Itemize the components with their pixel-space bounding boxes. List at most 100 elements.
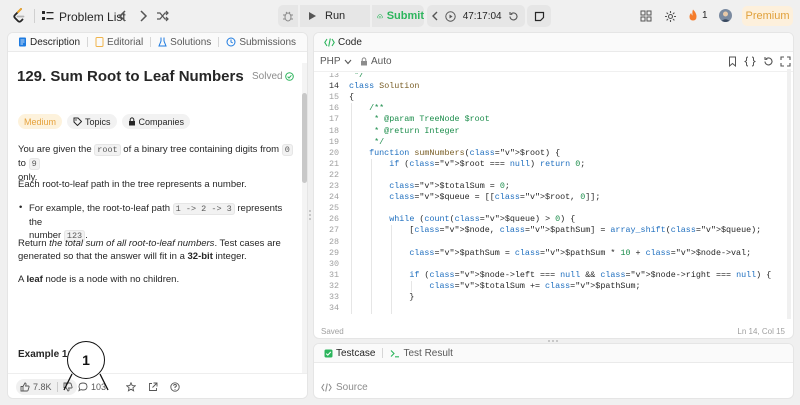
leetcode-logo-icon[interactable] bbox=[12, 8, 26, 24]
code-line[interactable]: class="v">$queue = [[class="v">$root, 0]… bbox=[349, 192, 600, 202]
tab-test-result[interactable]: Test Result bbox=[386, 348, 456, 359]
shuffle-icon[interactable] bbox=[155, 8, 171, 24]
source-toggle[interactable]: Source bbox=[321, 382, 368, 393]
panel-resize-handle[interactable] bbox=[548, 340, 562, 342]
scrollbar-thumb[interactable] bbox=[302, 93, 307, 183]
problem-title[interactable]: 129. Sum Root to Leaf Numbers bbox=[17, 68, 244, 85]
note-icon bbox=[534, 11, 544, 21]
reset-icon[interactable] bbox=[508, 11, 519, 22]
bookmark-icon[interactable] bbox=[726, 55, 738, 67]
line-number: 26 bbox=[328, 214, 339, 225]
code-tabs: Code bbox=[314, 33, 793, 52]
submit-label: Submit bbox=[386, 10, 424, 22]
run-button[interactable]: Run bbox=[300, 5, 370, 27]
editor-scrollbar[interactable] bbox=[786, 69, 792, 319]
inline-code: 9 bbox=[28, 158, 40, 170]
share-icon[interactable] bbox=[148, 382, 158, 392]
tab-label: Testcase bbox=[336, 347, 376, 359]
format-braces-icon[interactable] bbox=[744, 55, 756, 67]
topics-chip[interactable]: Topics bbox=[67, 114, 117, 129]
code-line[interactable]: if (class="v">$node->left === null && cl… bbox=[349, 270, 771, 280]
tab-label: Description bbox=[30, 36, 81, 48]
code-line[interactable]: } bbox=[349, 292, 414, 302]
play-icon bbox=[309, 12, 316, 20]
tab-editorial[interactable]: Editorial bbox=[91, 37, 147, 48]
code-line[interactable]: * @param TreeNode $root bbox=[349, 114, 490, 124]
auto-toggle[interactable]: Auto bbox=[360, 56, 392, 67]
difficulty-badge: Medium bbox=[18, 114, 63, 129]
line-number: 34 bbox=[328, 303, 339, 314]
line-number: 19 bbox=[328, 136, 339, 147]
tag-icon bbox=[73, 117, 83, 126]
document-icon bbox=[19, 37, 26, 47]
code-line[interactable]: while (count(class="v">$queue) > 0) { bbox=[349, 214, 575, 224]
code-line[interactable]: [class="v">$node, class="v">$pathSum] = … bbox=[349, 225, 761, 235]
line-number: 31 bbox=[328, 269, 339, 280]
line-number: 16 bbox=[328, 103, 339, 114]
help-icon[interactable] bbox=[170, 382, 180, 392]
code-line[interactable]: */ bbox=[349, 137, 384, 147]
lock-icon bbox=[128, 117, 135, 126]
code-line[interactable]: class="v">$totalSum += class="v">$pathSu… bbox=[349, 281, 640, 291]
notes-button[interactable] bbox=[527, 5, 551, 27]
code-editor[interactable]: 13 */ 14 class Solution 15 {16 /** 17 * @para… bbox=[314, 73, 793, 315]
code-line[interactable]: class="v">$totalSum = 0; bbox=[349, 181, 510, 191]
companies-label: Companies bbox=[138, 116, 185, 127]
star-favorite-icon[interactable] bbox=[126, 382, 136, 392]
user-avatar[interactable] bbox=[719, 9, 732, 22]
line-number: 25 bbox=[328, 203, 339, 214]
premium-button[interactable]: Premium bbox=[742, 6, 793, 26]
reset-code-icon[interactable] bbox=[762, 55, 774, 67]
chevron-left-icon[interactable] bbox=[431, 11, 439, 21]
text: integer. bbox=[212, 251, 247, 262]
lock-icon bbox=[361, 57, 367, 66]
solved-status: Solved bbox=[252, 71, 294, 82]
tag-chips: Medium Topics Companies bbox=[18, 114, 191, 129]
debug-button[interactable] bbox=[278, 5, 298, 27]
submit-button[interactable]: Submit bbox=[372, 5, 424, 27]
tab-solutions[interactable]: Solutions bbox=[154, 37, 215, 48]
code-line[interactable]: function sumNumbers(class="v">$root) { bbox=[349, 148, 560, 158]
tab-testcase[interactable]: Testcase bbox=[320, 348, 379, 359]
code-line[interactable]: class Solution bbox=[349, 81, 419, 91]
text: node is a node with no children. bbox=[42, 274, 180, 285]
code-line[interactable]: */ bbox=[349, 73, 364, 80]
code-line[interactable]: /** bbox=[349, 103, 384, 113]
tab-description[interactable]: Description bbox=[14, 37, 84, 48]
companies-chip[interactable]: Companies bbox=[121, 114, 191, 129]
description-scrollbar[interactable] bbox=[302, 63, 307, 398]
prev-problem-chevron-left-icon[interactable] bbox=[115, 8, 131, 24]
inline-code: root bbox=[94, 144, 121, 156]
fullscreen-icon[interactable] bbox=[779, 55, 791, 67]
line-number: 15 bbox=[328, 92, 339, 103]
top-bar: Problem List Run Submit 47:17:04 1 Premi… bbox=[0, 0, 800, 31]
panel-resize-handle[interactable] bbox=[309, 210, 311, 220]
bullet-dot: • bbox=[19, 202, 23, 213]
next-problem-chevron-right-icon[interactable] bbox=[135, 8, 151, 24]
solved-label: Solved bbox=[252, 71, 283, 82]
saved-status: Saved bbox=[321, 327, 344, 336]
auto-label: Auto bbox=[371, 56, 392, 67]
timer[interactable]: 47:17:04 bbox=[427, 5, 525, 27]
thumbs-up-icon[interactable] bbox=[20, 382, 30, 392]
problem-list-icon[interactable] bbox=[41, 9, 55, 23]
line-number: 13 bbox=[328, 73, 339, 80]
streak-counter[interactable]: 1 bbox=[688, 9, 708, 21]
code-line[interactable]: class="v">$pathSum = class="v">$pathSum … bbox=[349, 248, 751, 258]
topics-label: Topics bbox=[85, 116, 111, 127]
left-tabs: Description Editorial Solutions Submissi… bbox=[8, 33, 307, 52]
code-line[interactable]: if (class="v">$root === null) return 0; bbox=[349, 159, 585, 169]
layout-grid-icon[interactable] bbox=[638, 8, 654, 24]
text: Return bbox=[18, 238, 50, 249]
code-line[interactable]: { bbox=[349, 92, 354, 102]
divider bbox=[34, 9, 35, 23]
tab-submissions[interactable]: Submissions bbox=[222, 37, 300, 48]
tab-code[interactable]: Code bbox=[320, 37, 366, 48]
language-select[interactable]: PHP bbox=[320, 56, 352, 67]
pause-circle-icon[interactable] bbox=[445, 10, 457, 22]
code-panel: Code PHP Auto 13 */ 14 class Solution 15 {16… bbox=[313, 32, 794, 339]
divider bbox=[150, 37, 152, 47]
code-line[interactable]: * @return Integer bbox=[349, 126, 459, 136]
line-number: 29 bbox=[328, 247, 339, 258]
settings-gear-icon[interactable] bbox=[662, 8, 678, 24]
